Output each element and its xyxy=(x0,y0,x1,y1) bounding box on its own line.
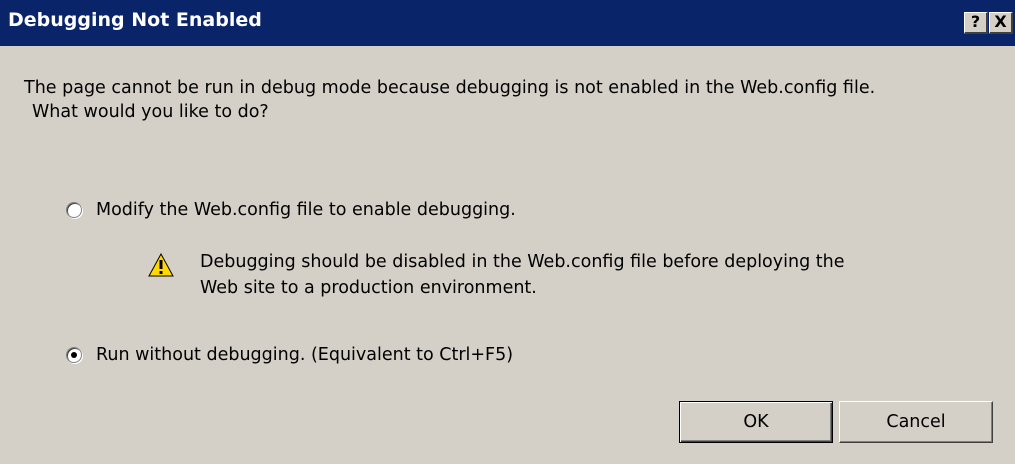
message-line-1: The page cannot be run in debug mode bec… xyxy=(24,78,876,98)
help-button[interactable]: ? xyxy=(964,12,988,34)
ok-button[interactable]: OK xyxy=(679,401,833,443)
dialog-message: The page cannot be run in debug mode bec… xyxy=(24,76,1004,124)
message-line-2: What would you like to do? xyxy=(32,102,269,122)
run-without-debugging-option[interactable]: Run without debugging. (Equivalent to Ct… xyxy=(66,344,513,366)
warning-message: Debugging should be disabled in the Web.… xyxy=(200,249,980,301)
modify-webconfig-label: Modify the Web.config file to enable deb… xyxy=(96,200,516,220)
modify-webconfig-radio[interactable] xyxy=(66,202,82,218)
warning-icon xyxy=(148,253,174,277)
warning-line-2: Web site to a production environment. xyxy=(200,278,537,298)
close-button[interactable]: X xyxy=(989,12,1013,34)
modify-webconfig-option[interactable]: Modify the Web.config file to enable deb… xyxy=(66,199,516,221)
debugging-dialog: Debugging Not Enabled ? X The page canno… xyxy=(0,0,1015,464)
title-bar[interactable]: Debugging Not Enabled ? X xyxy=(0,0,1015,46)
cancel-button[interactable]: Cancel xyxy=(839,401,993,443)
run-without-debugging-label: Run without debugging. (Equivalent to Ct… xyxy=(96,345,514,365)
run-without-debugging-radio[interactable] xyxy=(66,347,82,363)
dialog-title: Debugging Not Enabled xyxy=(8,9,262,31)
warning-line-1: Debugging should be disabled in the Web.… xyxy=(200,252,845,272)
